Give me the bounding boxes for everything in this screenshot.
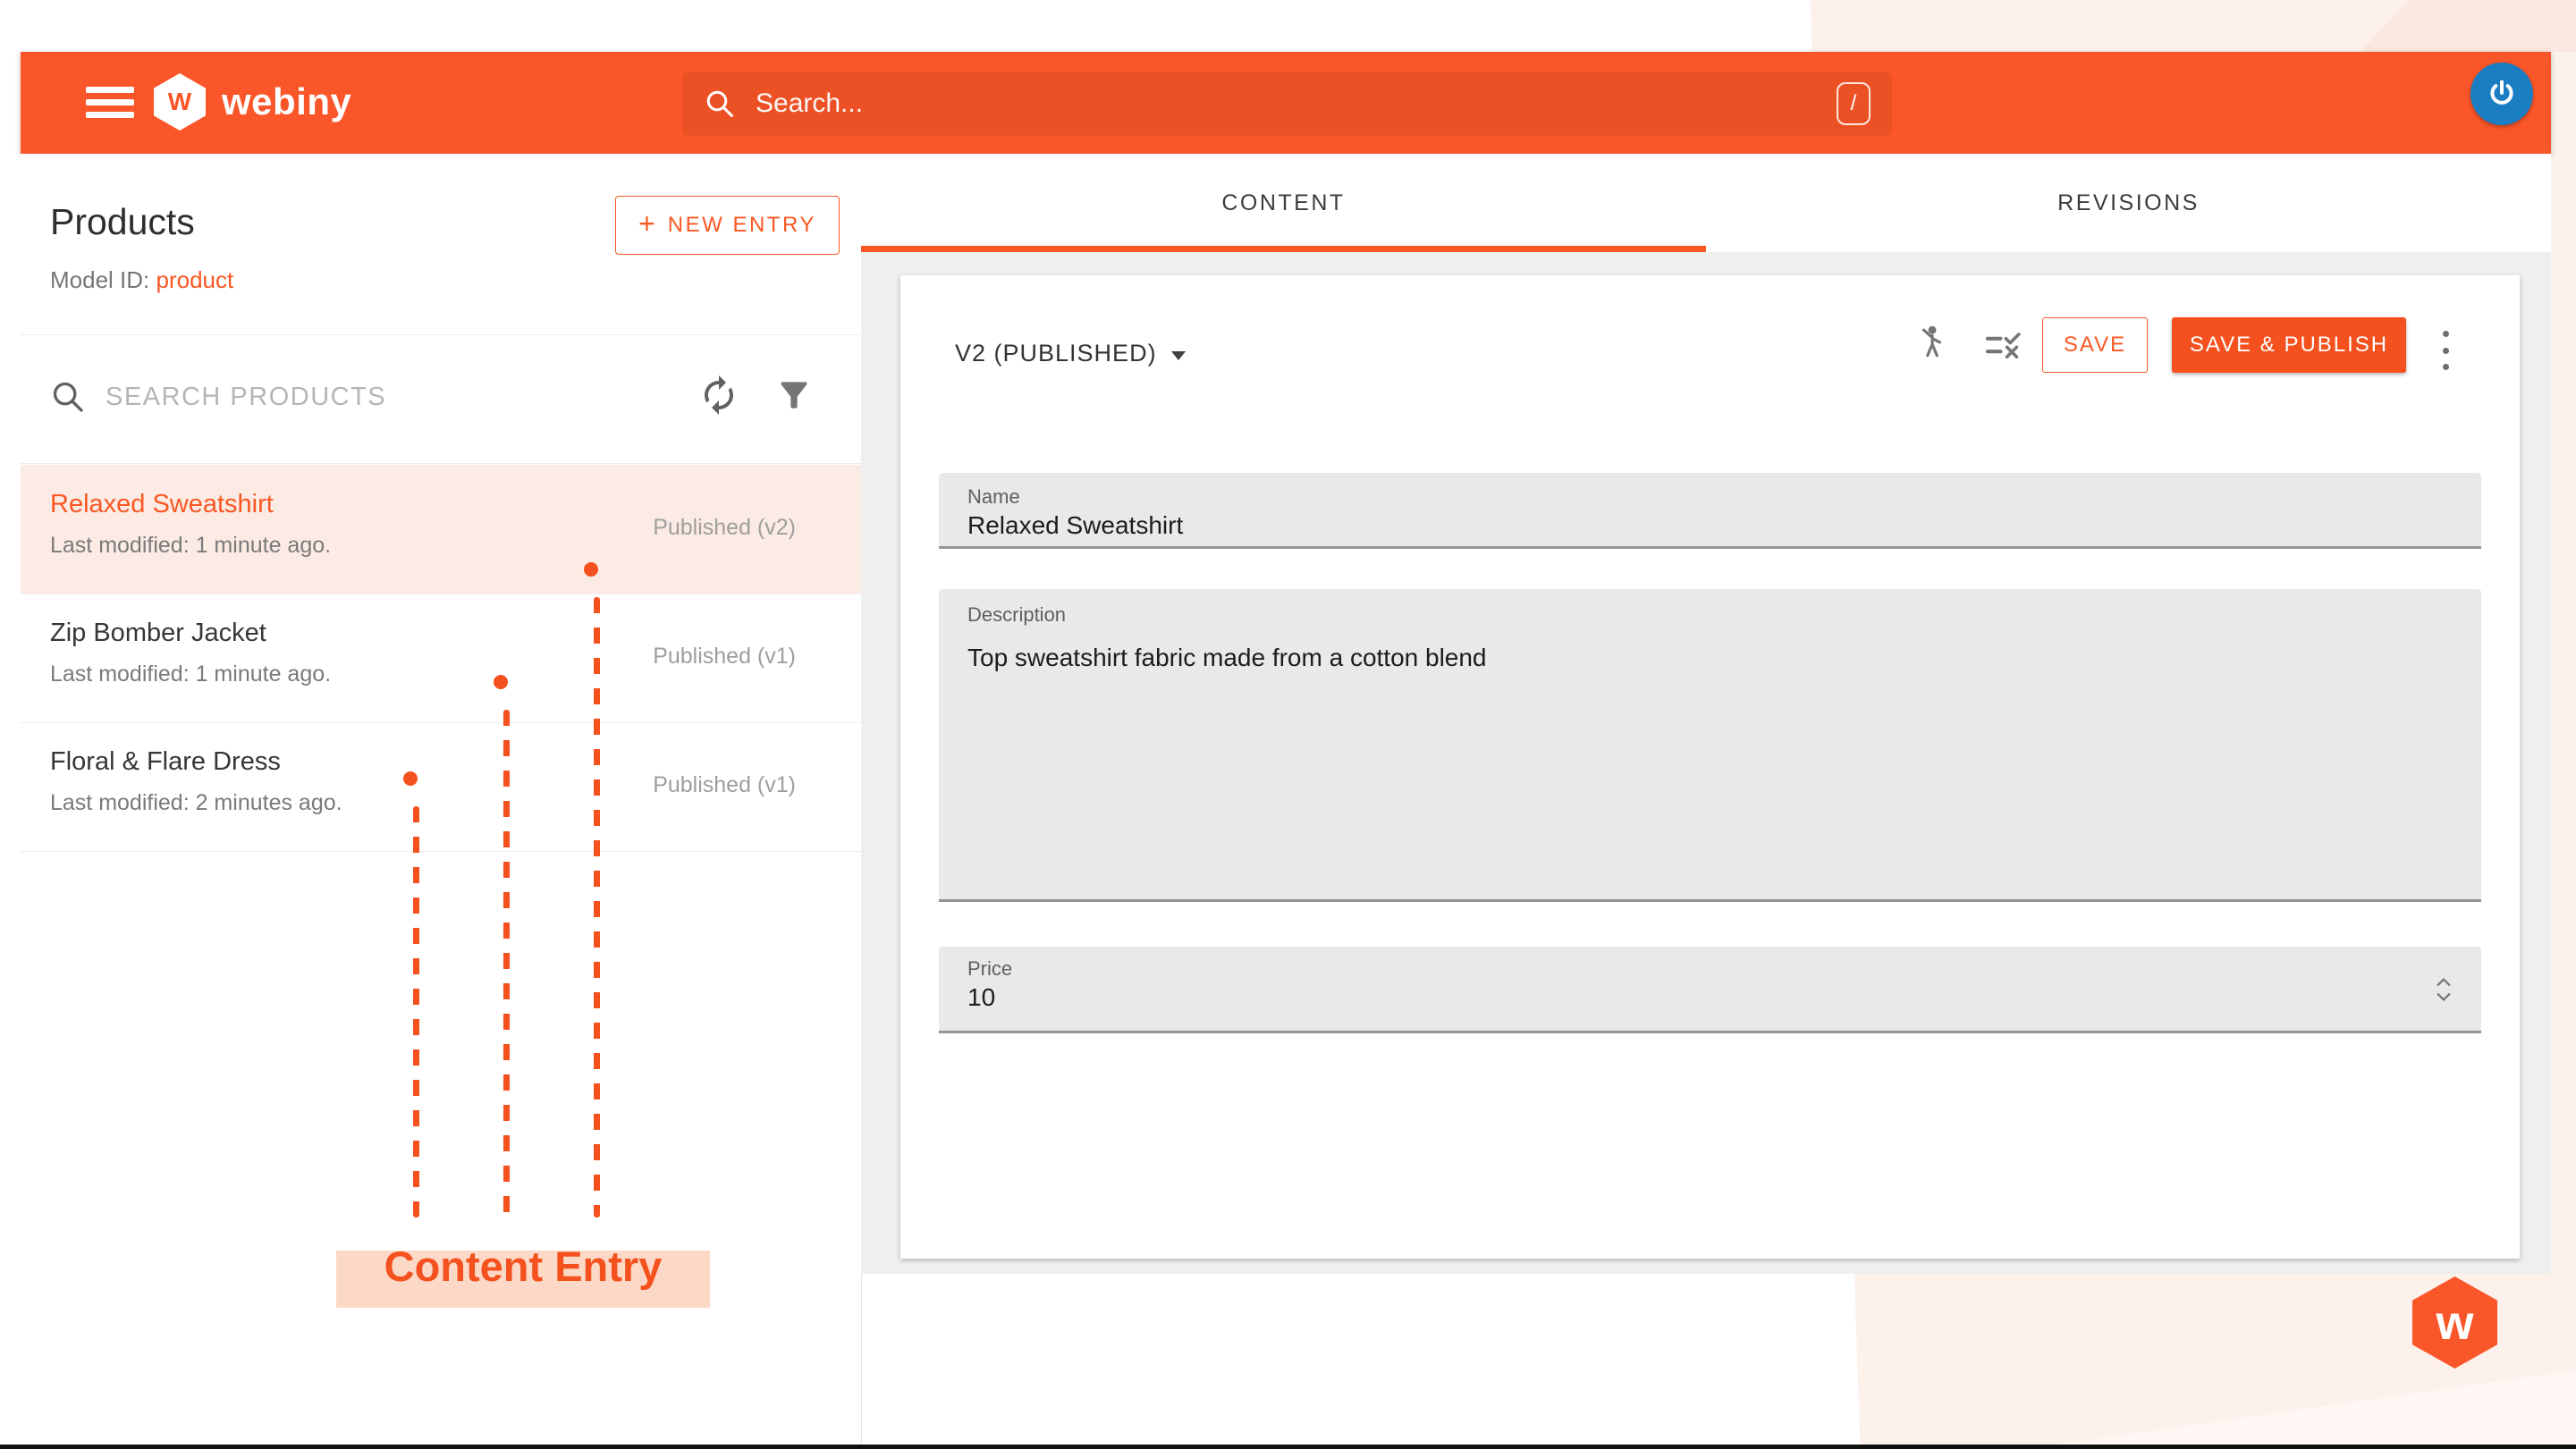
- product-modified: Last modified: 2 minutes ago.: [50, 790, 342, 816]
- screenshot-canvas: W webiny / Products + NEW ENTRY: [0, 0, 2576, 1449]
- annotation-marker: [584, 562, 598, 577]
- content-entry-card: V2 (PUBLISHED) SAVE SAVE & PUBLISH: [900, 275, 2520, 1259]
- description-field-input[interactable]: Top sweatshirt fabric made from a cotton…: [967, 641, 2398, 882]
- search-icon: [704, 88, 736, 120]
- name-field[interactable]: Name: [939, 473, 2481, 549]
- product-name: Zip Bomber Jacket: [50, 619, 266, 648]
- price-field[interactable]: Price: [939, 947, 2481, 1033]
- annotation-dotted-line: [503, 710, 510, 1217]
- webiny-wordmark: webiny: [222, 80, 351, 123]
- new-entry-button[interactable]: + NEW ENTRY: [615, 196, 840, 255]
- user-avatar[interactable]: [2470, 63, 2533, 125]
- model-id: Model ID: product: [50, 266, 233, 294]
- product-name: Floral & Flare Dress: [50, 747, 281, 777]
- global-search-bar[interactable]: /: [682, 72, 1892, 136]
- annotation-marker: [403, 771, 418, 786]
- webiny-logo-initial: W: [168, 88, 191, 116]
- active-tab-underline: [861, 246, 1706, 252]
- price-field-input[interactable]: [967, 981, 2344, 1015]
- save-and-publish-button[interactable]: SAVE & PUBLISH: [2172, 317, 2406, 373]
- product-name: Relaxed Sweatshirt: [50, 490, 274, 519]
- chevron-down-icon: [1171, 351, 1186, 360]
- search-icon: [50, 379, 86, 415]
- sidebar-search-row: [21, 334, 861, 463]
- annotation-highlight: Content Entry: [336, 1251, 710, 1308]
- webiny-logo[interactable]: W webiny: [154, 73, 351, 131]
- description-field-label: Description: [967, 603, 1066, 627]
- more-options-icon[interactable]: [2437, 331, 2454, 370]
- tab-bar: CONTENT REVISIONS: [861, 154, 2551, 252]
- request-review-icon[interactable]: [1914, 324, 1948, 363]
- description-field[interactable]: Description Top sweatshirt fabric made f…: [939, 589, 2481, 902]
- product-modified: Last modified: 1 minute ago.: [50, 533, 331, 559]
- status-badge: Published (v1): [575, 772, 796, 798]
- version-dropdown[interactable]: V2 (PUBLISHED): [955, 340, 1186, 367]
- slash-shortcut-badge: /: [1837, 82, 1871, 125]
- page-title: Products: [50, 201, 195, 243]
- validation-checklist-icon[interactable]: [1984, 329, 2023, 361]
- save-button[interactable]: SAVE: [2042, 317, 2148, 373]
- webiny-logo-hexagon: W: [154, 73, 206, 131]
- sidebar-search-input[interactable]: [106, 375, 535, 418]
- video-progress-bar: [0, 1445, 2576, 1449]
- plus-icon: +: [638, 207, 655, 240]
- status-badge: Published (v1): [575, 644, 796, 670]
- divider: [21, 851, 861, 852]
- name-field-input[interactable]: [967, 509, 2398, 543]
- price-field-label: Price: [967, 957, 1012, 981]
- power-icon: [2484, 76, 2520, 112]
- refresh-icon[interactable]: [697, 374, 740, 421]
- app-header: W webiny /: [21, 52, 2551, 154]
- model-id-link[interactable]: product: [156, 266, 234, 293]
- global-search-input[interactable]: [756, 88, 1837, 119]
- product-row-floral-flare-dress[interactable]: Floral & Flare Dress Last modified: 2 mi…: [21, 722, 861, 851]
- name-field-label: Name: [967, 485, 1020, 509]
- divider: [21, 463, 861, 464]
- hamburger-menu-icon[interactable]: [86, 87, 134, 118]
- annotation-dotted-line: [413, 806, 419, 1217]
- tab-revisions[interactable]: REVISIONS: [1706, 154, 2551, 252]
- annotation-label: Content Entry: [336, 1242, 710, 1291]
- status-badge: Published (v2): [575, 515, 796, 541]
- number-stepper-icon[interactable]: [2431, 975, 2456, 1008]
- filter-icon[interactable]: [774, 375, 814, 419]
- product-modified: Last modified: 1 minute ago.: [50, 661, 331, 687]
- tab-content[interactable]: CONTENT: [861, 154, 1706, 252]
- product-row-zip-bomber-jacket[interactable]: Zip Bomber Jacket Last modified: 1 minut…: [21, 594, 861, 722]
- annotation-dotted-line: [594, 597, 600, 1217]
- annotation-marker: [494, 675, 508, 689]
- product-row-relaxed-sweatshirt[interactable]: Relaxed Sweatshirt Last modified: 1 minu…: [21, 465, 861, 594]
